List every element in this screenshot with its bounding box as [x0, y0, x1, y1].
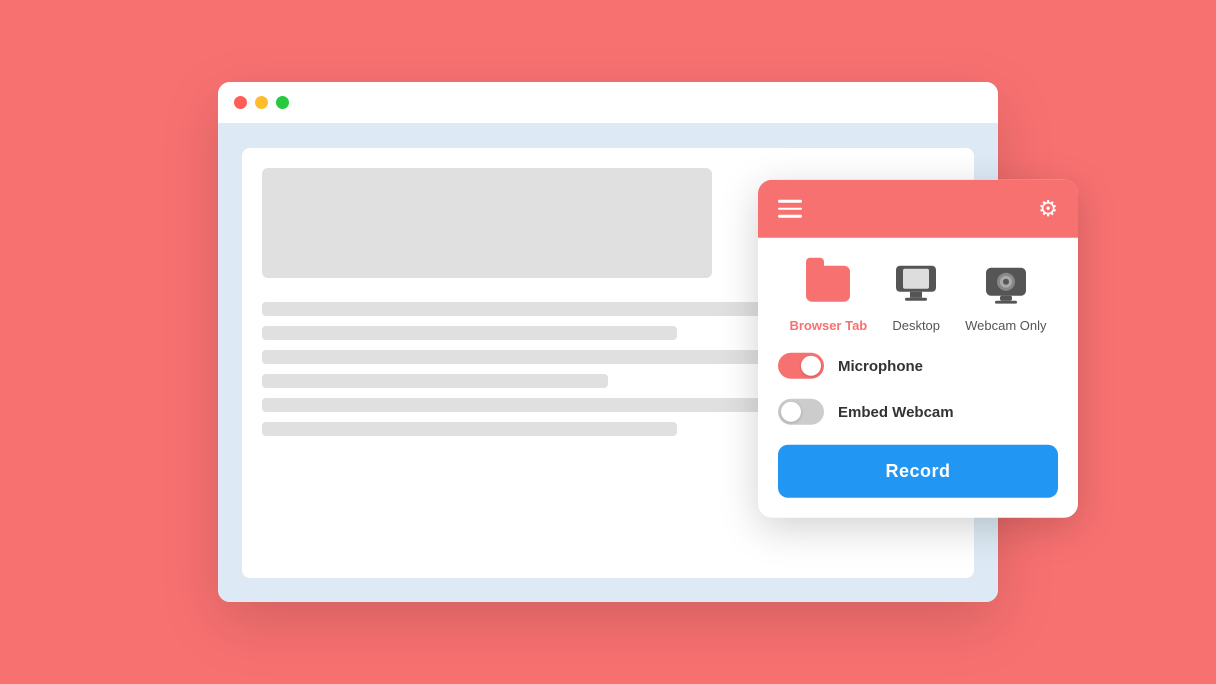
settings-gear-icon[interactable]: ⚙	[1038, 196, 1058, 222]
browser-tab-icon-wrap	[802, 258, 854, 310]
folder-icon	[806, 266, 850, 302]
embed-webcam-toggle-row: Embed Webcam	[778, 399, 1058, 425]
desktop-icon-wrap	[890, 258, 942, 310]
hamburger-line	[778, 200, 802, 203]
webcam-icon	[984, 264, 1028, 304]
mode-options: Browser Tab Desktop	[778, 258, 1058, 333]
microphone-toggle[interactable]	[778, 353, 824, 379]
webcam-icon-wrap	[980, 258, 1032, 310]
browser-titlebar	[218, 82, 998, 124]
recording-popup: ⚙ Browser Tab	[758, 180, 1078, 518]
dot-red	[234, 96, 247, 109]
microphone-label: Microphone	[838, 357, 923, 374]
content-line	[262, 350, 781, 364]
popup-body: Browser Tab Desktop	[758, 238, 1078, 518]
content-line	[262, 398, 781, 412]
webcam-only-label: Webcam Only	[965, 318, 1046, 333]
embed-webcam-label: Embed Webcam	[838, 403, 954, 420]
record-button[interactable]: Record	[778, 445, 1058, 498]
desktop-label: Desktop	[892, 318, 940, 333]
mode-option-webcam[interactable]: Webcam Only	[965, 258, 1046, 333]
mode-option-desktop[interactable]: Desktop	[890, 258, 942, 333]
microphone-toggle-row: Microphone	[778, 353, 1058, 379]
content-line	[262, 326, 677, 340]
scene: ⚙ Browser Tab	[58, 42, 1158, 642]
content-line	[262, 422, 677, 436]
content-line	[262, 302, 781, 316]
dot-yellow	[255, 96, 268, 109]
embed-webcam-toggle[interactable]	[778, 399, 824, 425]
mode-option-browser-tab[interactable]: Browser Tab	[789, 258, 867, 333]
dot-green	[276, 96, 289, 109]
hamburger-menu-icon[interactable]	[778, 200, 802, 218]
browser-tab-label: Browser Tab	[789, 318, 867, 333]
popup-header: ⚙	[758, 180, 1078, 238]
hamburger-line	[778, 215, 802, 218]
microphone-toggle-knob	[801, 356, 821, 376]
hamburger-line	[778, 208, 802, 211]
content-block-large	[262, 168, 712, 278]
content-line	[262, 374, 608, 388]
monitor-icon	[893, 264, 939, 304]
embed-webcam-toggle-knob	[781, 402, 801, 422]
